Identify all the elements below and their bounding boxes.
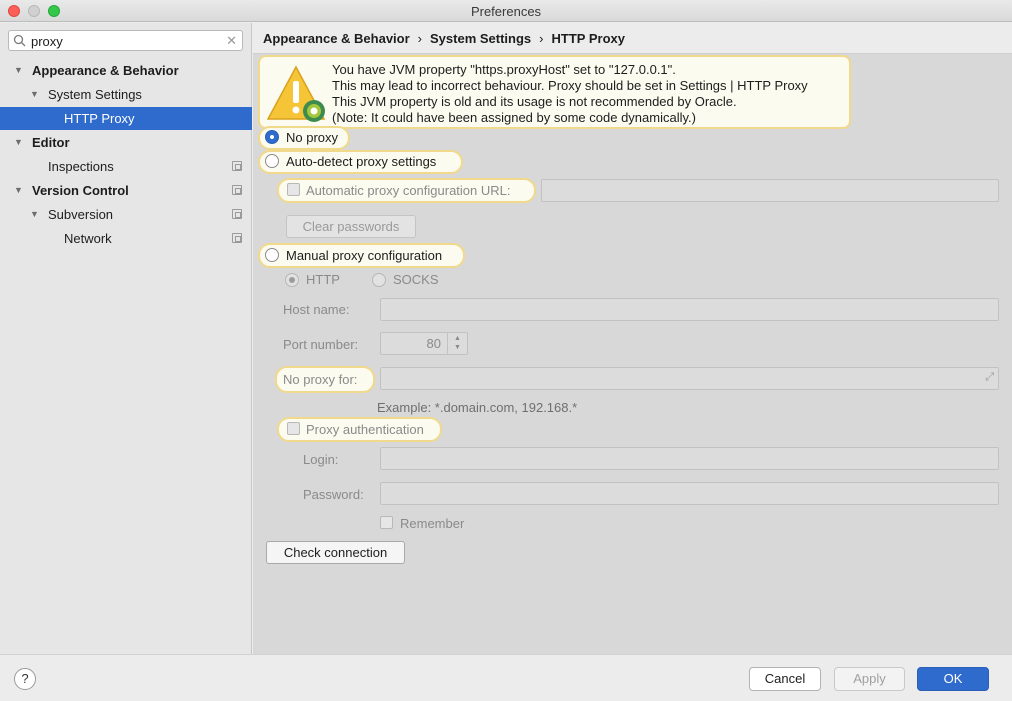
proxy-auth-label: Proxy authentication [306,422,424,437]
sidebar-item-network[interactable]: Network [0,227,252,250]
port-stepper-arrows[interactable]: ▲ ▼ [447,333,467,354]
ok-button[interactable]: OK [917,667,989,691]
expand-arrow-icon[interactable]: ▼ [30,203,40,226]
http-radio[interactable] [285,273,299,287]
sidebar-item-editor[interactable]: ▼ Editor [0,131,252,154]
project-settings-icon [232,233,242,243]
project-settings-icon [232,185,242,195]
sidebar-item-appearance-behavior[interactable]: ▼ Appearance & Behavior [0,59,252,82]
no-proxy-label[interactable]: No proxy [286,130,338,145]
http-label: HTTP [306,272,340,287]
auto-config-url-field[interactable] [541,179,999,202]
warning-line: You have JVM property "https.proxyHost" … [332,62,676,77]
chevron-down-icon[interactable]: ▼ [454,344,461,351]
no-proxy-radio[interactable] [265,130,279,144]
proxy-auth-checkbox[interactable] [287,422,300,435]
jvm-property-warning: You have JVM property "https.proxyHost" … [258,55,851,129]
preferences-window: Preferences proxy ✕ ▼ Appearance & Behav… [0,0,1012,701]
warning-icon [266,65,326,122]
host-name-field[interactable] [380,298,999,321]
expand-arrow-icon[interactable]: ▼ [14,59,24,82]
sidebar-item-inspections[interactable]: Inspections [0,155,252,178]
auto-detect-radio[interactable] [265,154,279,168]
remember-label: Remember [400,516,465,531]
apply-button[interactable]: Apply [834,667,905,691]
sidebar-item-label: System Settings [48,87,142,102]
breadcrumb: Appearance & Behavior › System Settings › HT… [253,23,1012,54]
search-icon [13,34,26,47]
sidebar-item-label: Subversion [48,207,114,222]
sidebar-item-system-settings[interactable]: ▼ System Settings [0,83,252,106]
sidebar-item-label: Editor [32,135,70,150]
project-settings-icon [232,209,242,219]
port-number-stepper[interactable]: 80 ▲ ▼ [380,332,468,355]
check-connection-button[interactable]: Check connection [266,541,405,564]
breadcrumb-item[interactable]: System Settings [430,31,531,46]
remember-checkbox[interactable] [380,516,393,529]
clear-search-icon[interactable]: ✕ [226,33,237,49]
auto-config-url-label: Automatic proxy configuration URL: [306,183,511,198]
manual-config-label[interactable]: Manual proxy configuration [286,248,442,263]
cancel-button[interactable]: Cancel [749,667,821,691]
host-name-label: Host name: [283,302,350,317]
sidebar-item-label: Inspections [48,159,114,174]
warning-line: This may lead to incorrect behaviour. Pr… [332,78,808,93]
dialog-footer: ? Cancel Apply OK [0,654,1012,701]
warning-line: (Note: It could have been assigned by so… [332,110,696,125]
login-label: Login: [303,452,339,467]
port-number-value: 80 [426,336,441,351]
password-field[interactable] [380,482,999,505]
breadcrumb-item: HTTP Proxy [551,31,625,46]
expand-icon[interactable]: ⤢ [985,371,994,384]
clear-passwords-button[interactable]: Clear passwords [286,215,416,238]
sidebar-item-label: Appearance & Behavior [32,63,179,78]
sidebar-item-http-proxy[interactable]: HTTP Proxy [0,107,252,130]
chevron-up-icon[interactable]: ▲ [454,335,461,342]
sidebar-item-label: Version Control [32,183,129,198]
window-title: Preferences [470,4,542,19]
expand-arrow-icon[interactable]: ▼ [30,83,40,106]
no-proxy-example: Example: *.domain.com, 192.168.* [377,400,578,415]
settings-sidebar: proxy ✕ ▼ Appearance & Behavior ▼ System… [0,23,252,654]
warning-text: You have JVM property "https.proxyHost" … [332,62,808,126]
auto-detect-label[interactable]: Auto-detect proxy settings [286,154,436,169]
search-value: proxy [31,34,63,49]
no-proxy-for-field[interactable]: ⤢ [380,367,999,390]
settings-content: Appearance & Behavior › System Settings › HT… [253,23,1012,654]
project-settings-icon [232,161,242,171]
socks-label: SOCKS [393,272,439,287]
port-number-label: Port number: [283,337,359,352]
breadcrumb-separator: › [417,31,423,46]
sidebar-item-version-control[interactable]: ▼ Version Control [0,179,252,202]
auto-config-url-checkbox[interactable] [287,183,300,196]
expand-arrow-icon[interactable]: ▼ [14,131,24,154]
socks-radio[interactable] [372,273,386,287]
password-label: Password: [303,487,364,502]
manual-config-radio[interactable] [265,248,279,262]
help-button[interactable]: ? [14,668,36,690]
no-proxy-for-label: No proxy for: [283,372,358,387]
search-input[interactable]: proxy ✕ [8,30,243,51]
title-bar: Preferences [0,0,1012,22]
breadcrumb-separator: › [539,31,544,46]
sidebar-item-label: Network [64,231,112,246]
sidebar-item-label: HTTP Proxy [64,111,135,126]
expand-arrow-icon[interactable]: ▼ [14,179,24,202]
warning-line: This JVM property is old and its usage i… [332,94,737,109]
breadcrumb-item[interactable]: Appearance & Behavior [263,31,410,46]
sidebar-item-subversion[interactable]: ▼ Subversion [0,203,252,226]
login-field[interactable] [380,447,999,470]
